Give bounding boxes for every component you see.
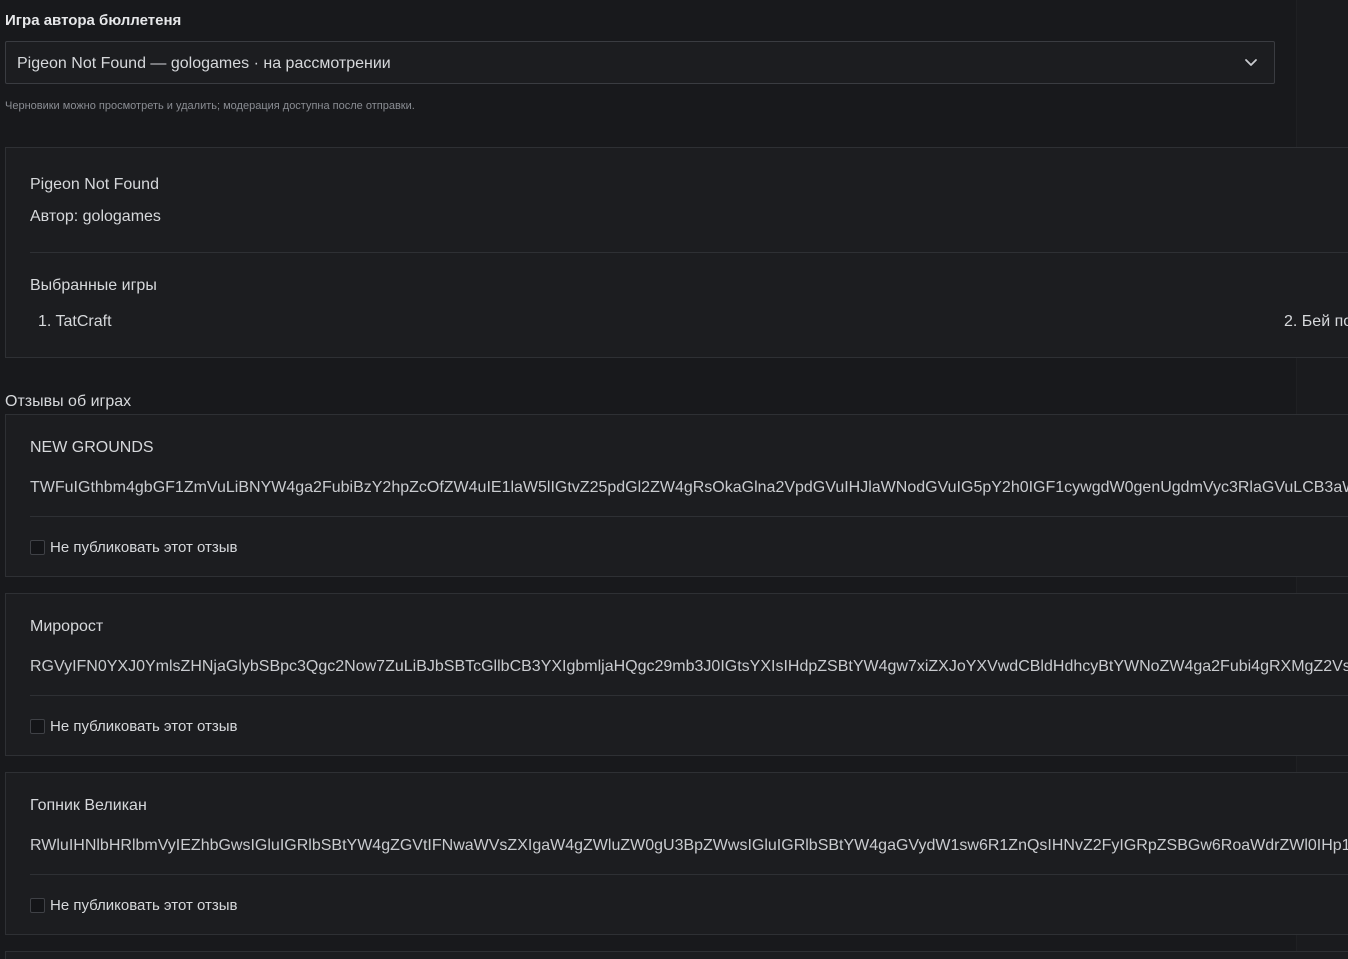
review-text: TWFuIGthbm4gbGF1ZmVuLiBNYW4ga2FubiBzY2hp… (30, 479, 1348, 496)
divider (30, 252, 1348, 253)
review-game-title: NEW GROUNDS (30, 439, 154, 456)
selected-games-label: Выбранные игры (30, 277, 157, 294)
review-card: NEW GROUNDS TWFuIGthbm4gbGF1ZmVuLiBNYW4g… (5, 414, 1348, 577)
selected-game-item[interactable]: 2. Бей по (1284, 313, 1348, 331)
reviews-label: Отзывы об играх (5, 393, 132, 410)
do-not-publish-label: Не публиковать этот отзыв (50, 718, 238, 735)
game-name: Pigeon Not Found (30, 176, 159, 193)
review-text: RGVyIFN0YXJ0YmlsZHNjaGlybSBpc3Qgc2Now7Zu… (30, 658, 1348, 675)
review-game-title: Гопник Великан (30, 797, 147, 814)
game-select-value: Pigeon Not Found — gologames · на рассмо… (17, 55, 391, 72)
section-label: Игра автора бюллетеня (5, 12, 182, 29)
do-not-publish-checkbox[interactable] (30, 898, 45, 913)
divider (30, 516, 1348, 517)
divider (30, 874, 1348, 875)
do-not-publish-label: Не публиковать этот отзыв (50, 897, 238, 914)
do-not-publish-checkbox[interactable] (30, 540, 45, 555)
review-card: Миророст RGVyIFN0YXJ0YmlsZHNjaGlybSBpc3Q… (5, 593, 1348, 756)
review-game-title: Миророст (30, 618, 104, 635)
game-select[interactable]: Pigeon Not Found — gologames · на рассмо… (5, 41, 1275, 84)
chevron-down-icon (1245, 59, 1257, 66)
ballot-editor-page: Игра автора бюллетеня Pigeon Not Found —… (0, 0, 1348, 959)
review-card: Гопник Великан RWluIHNlbHRlbmVyIEZhbGwsI… (5, 772, 1348, 935)
game-info-card: Pigeon Not Found Автор: gologames Выбран… (5, 147, 1348, 358)
do-not-publish-checkbox[interactable] (30, 719, 45, 734)
do-not-publish-label: Не публиковать этот отзыв (50, 539, 238, 556)
selected-game-item[interactable]: 1. TatCraft (38, 313, 112, 331)
review-text: RWluIHNlbHRlbmVyIEZhbGwsIGluIGRlbSBtYW4g… (30, 837, 1348, 854)
game-author: Автор: gologames (30, 208, 161, 225)
moderation-hint: Черновики можно просмотреть и удалить; м… (5, 100, 415, 112)
review-card-partial (5, 951, 1348, 959)
divider (30, 695, 1348, 696)
